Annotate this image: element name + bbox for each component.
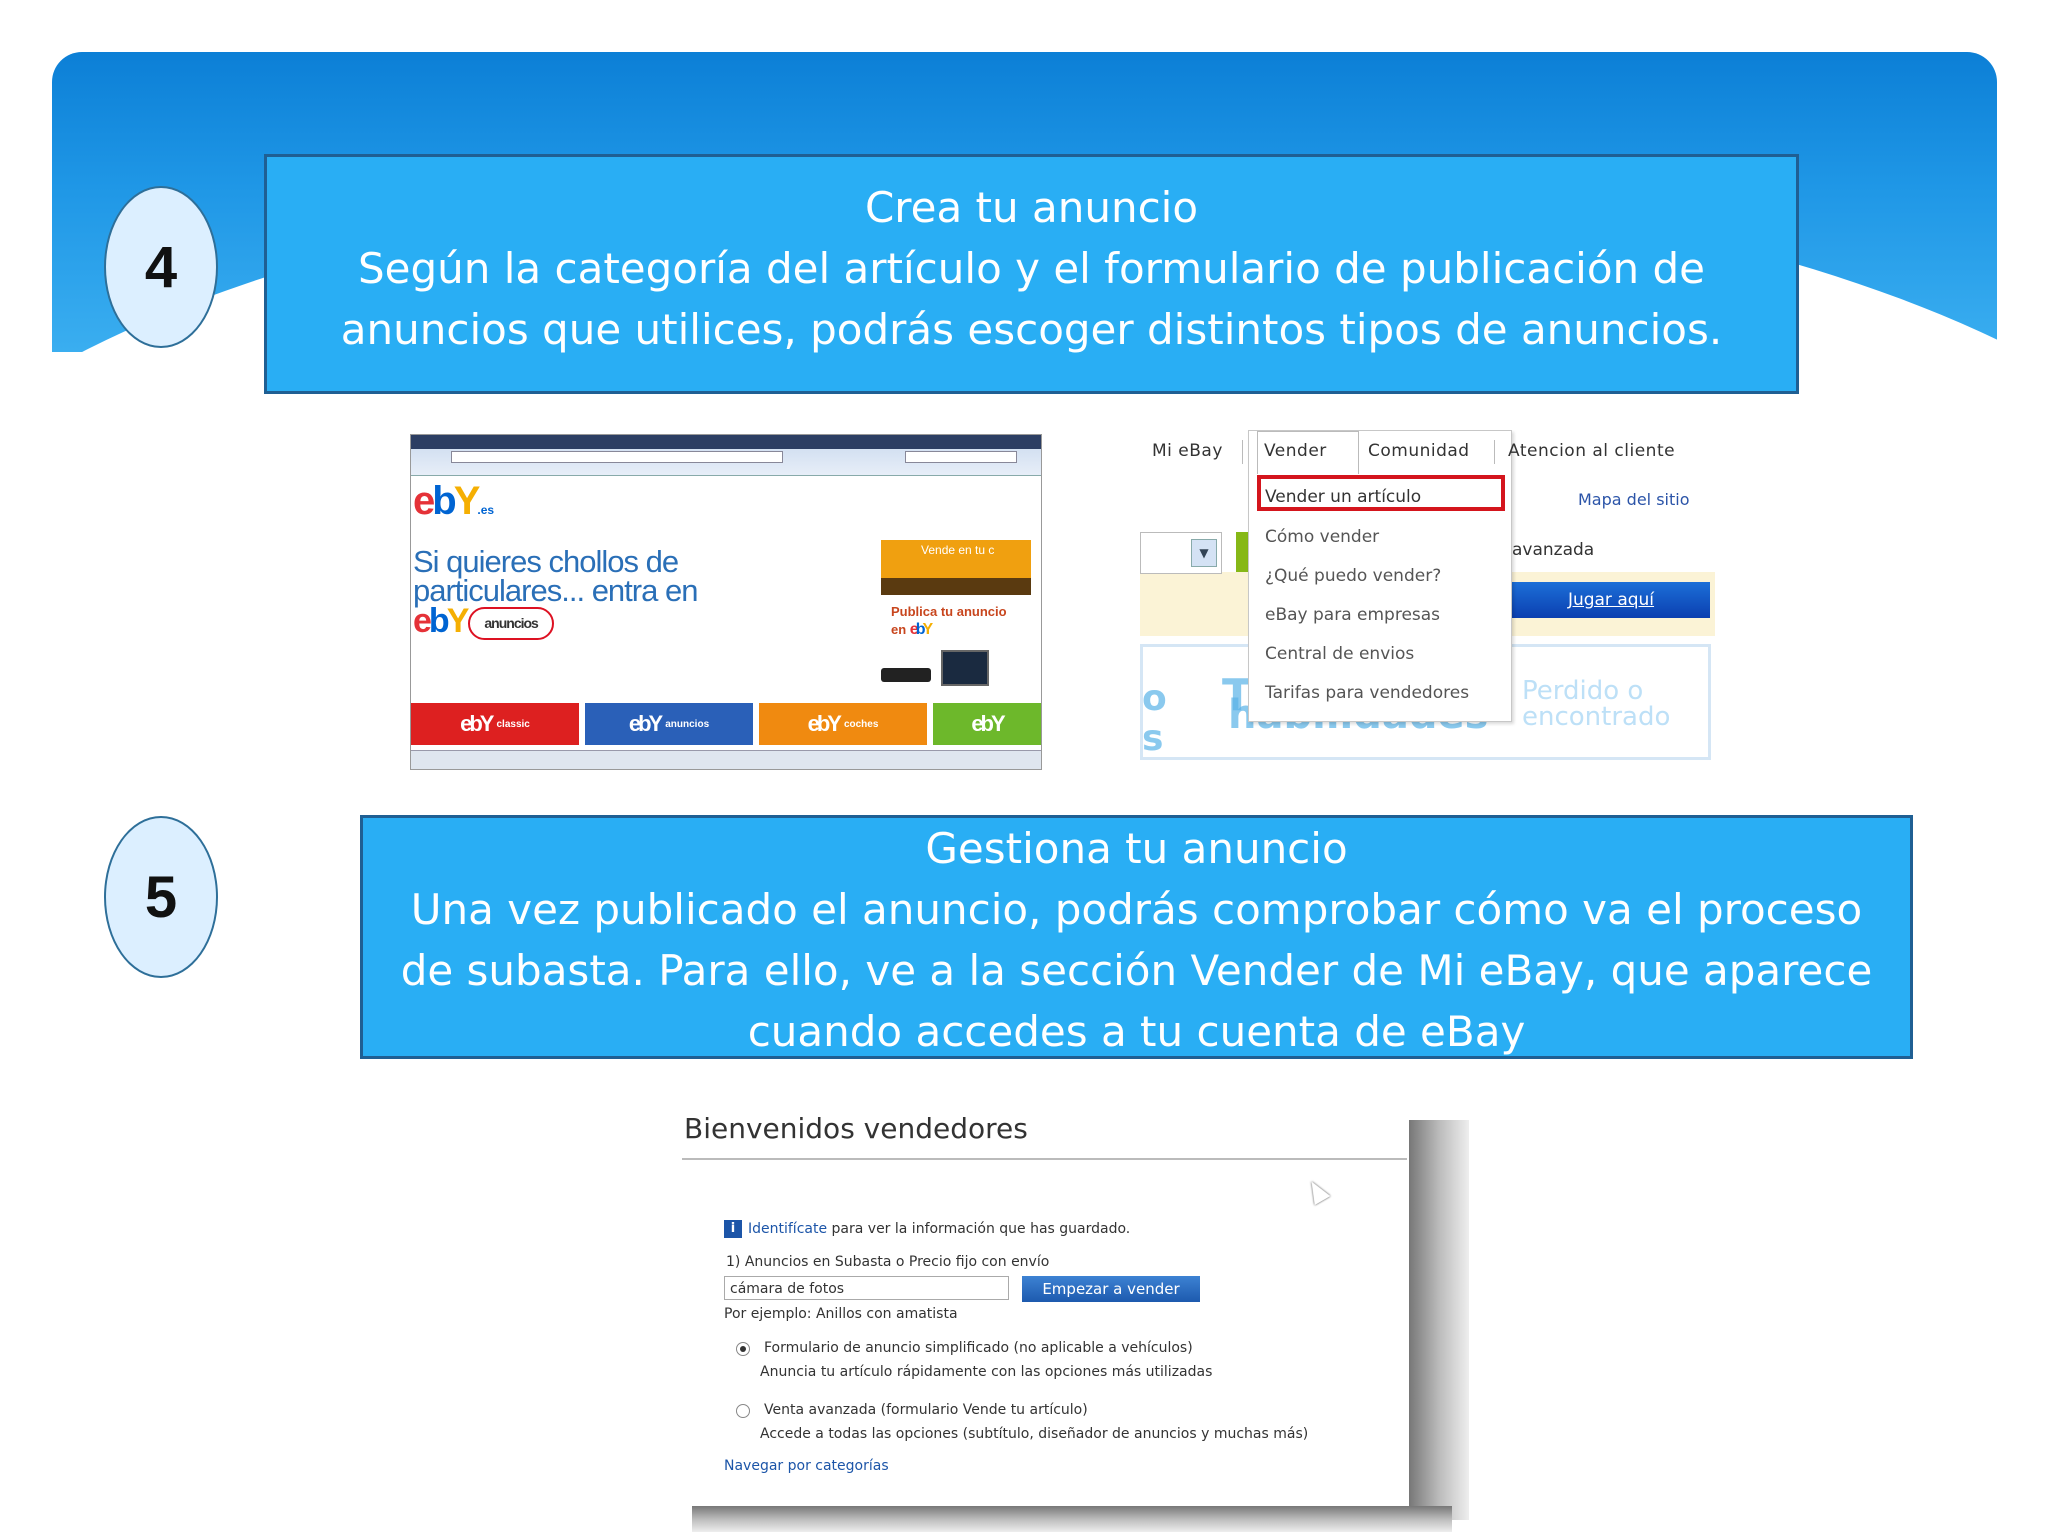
option-2-title: Venta avanzada (formulario Vende tu artí… — [764, 1402, 1088, 1418]
chevron-down-icon: ▼ — [1191, 539, 1217, 567]
step-5-callout: Gestiona tu anuncio Una vez publicado el… — [360, 815, 1913, 1059]
tile-more[interactable]: ebY — [933, 703, 1041, 745]
menu-item-ebay-empresas[interactable]: eBay para empresas — [1265, 605, 1440, 625]
chollos-banner: Si quieres chollos de particulares... en… — [413, 544, 698, 641]
mouse-cursor-icon — [1303, 1176, 1331, 1206]
tile-classic[interactable]: ebY classic — [411, 703, 579, 745]
option-1-desc: Anuncia tu artículo rápidamente con las … — [760, 1364, 1213, 1380]
browse-categories-link[interactable]: Navegar por categorías — [724, 1458, 889, 1474]
tile-coches[interactable]: ebY coches — [759, 703, 927, 745]
example-hint: Por ejemplo: Anillos con amatista — [724, 1306, 958, 1322]
anuncios-logo-pill: anuncios — [468, 607, 554, 641]
ebay-logo: ebY.es — [413, 479, 495, 523]
menu-item-que-puedo-vender[interactable]: ¿Qué puedo vender? — [1265, 566, 1441, 586]
empezar-a-vender-button[interactable]: Empezar a vender — [1022, 1276, 1200, 1302]
section-1-label: 1) Anuncios en Subasta o Precio fijo con… — [726, 1254, 1050, 1270]
identify-row: i Identifícate para ver la información qu… — [724, 1220, 1130, 1238]
ebay-home-screenshot: ebY.es Si quieres chollos de particulare… — [410, 434, 1042, 770]
jugar-aqui-button[interactable]: Jugar aquí — [1512, 582, 1710, 618]
bienvenidos-vendedores-screenshot: Bienvenidos vendedores i Identifícate par… — [672, 1102, 1469, 1532]
radio-advanced-form[interactable] — [736, 1404, 750, 1418]
step-4-text-line1: Según la categoría del artículo y el for… — [358, 244, 1705, 293]
info-icon: i — [724, 1220, 742, 1238]
step-4-title: Crea tu anuncio — [864, 183, 1199, 232]
tab-comunidad[interactable]: Comunidad — [1368, 430, 1470, 470]
step-5-text-line3: cuando accedes a tu cuenta de eBay — [747, 1007, 1526, 1056]
item-search-input[interactable]: cámara de fotos — [724, 1276, 1009, 1300]
vender-dropdown: Vender un artículo Cómo vender ¿Qué pued… — [1248, 430, 1512, 722]
radio-simplified-form[interactable] — [736, 1342, 750, 1356]
seller-panel-title: Bienvenidos vendedores — [684, 1112, 1028, 1145]
menu-item-central-envios[interactable]: Central de envios — [1265, 644, 1414, 664]
menu-item-como-vender[interactable]: Cómo vender — [1265, 527, 1379, 547]
option-2-desc: Accede a todas las opciones (subtítulo, … — [760, 1426, 1309, 1442]
menu-item-tarifas[interactable]: Tarifas para vendedores — [1265, 683, 1469, 703]
tab-atencion-cliente[interactable]: Atencion al cliente — [1508, 430, 1675, 470]
vender-menu-screenshot: ▼ Mapa del sitio avanzada Jugar aquí o s… — [1140, 430, 1715, 766]
identify-link[interactable]: Identifícate — [748, 1221, 827, 1237]
menu-item-vender-articulo[interactable]: Vender un artículo — [1265, 487, 1421, 507]
step-5-text-line1: Una vez publicado el anuncio, podrás com… — [410, 885, 1863, 934]
devices-image — [881, 650, 1001, 690]
step-4-badge: 4 — [104, 186, 218, 348]
ebay-sites-tiles: ebY classic ebY anuncios ebY coches ebY — [411, 703, 1041, 747]
category-select[interactable]: ▼ — [1140, 532, 1222, 574]
step-4-callout: Crea tu anuncio Según la categoría del a… — [264, 154, 1799, 394]
browser-status-bar — [411, 750, 1041, 769]
browser-toolbar — [411, 435, 1041, 476]
step-5-title: Gestiona tu anuncio — [925, 824, 1348, 873]
step-4-text-line2: anuncios que utilices, podrás escoger di… — [340, 305, 1723, 354]
promo-box: Vende en tu c Publica tu anuncio en ebY — [881, 540, 1031, 640]
tab-vender[interactable]: Vender — [1264, 430, 1327, 470]
tab-mi-ebay[interactable]: Mi eBay — [1152, 430, 1223, 470]
option-1-title: Formulario de anuncio simplificado (no a… — [764, 1340, 1193, 1356]
address-bar — [451, 451, 783, 463]
step-5-badge: 5 — [104, 816, 218, 978]
tile-anuncios[interactable]: ebY anuncios — [585, 703, 753, 745]
busqueda-avanzada-link[interactable]: avanzada — [1512, 540, 1594, 560]
step-5-text-line2: de subasta. Para ello, ve a la sección V… — [400, 946, 1873, 995]
browser-search-box — [905, 451, 1017, 463]
mapa-del-sitio-link[interactable]: Mapa del sitio — [1578, 490, 1689, 509]
